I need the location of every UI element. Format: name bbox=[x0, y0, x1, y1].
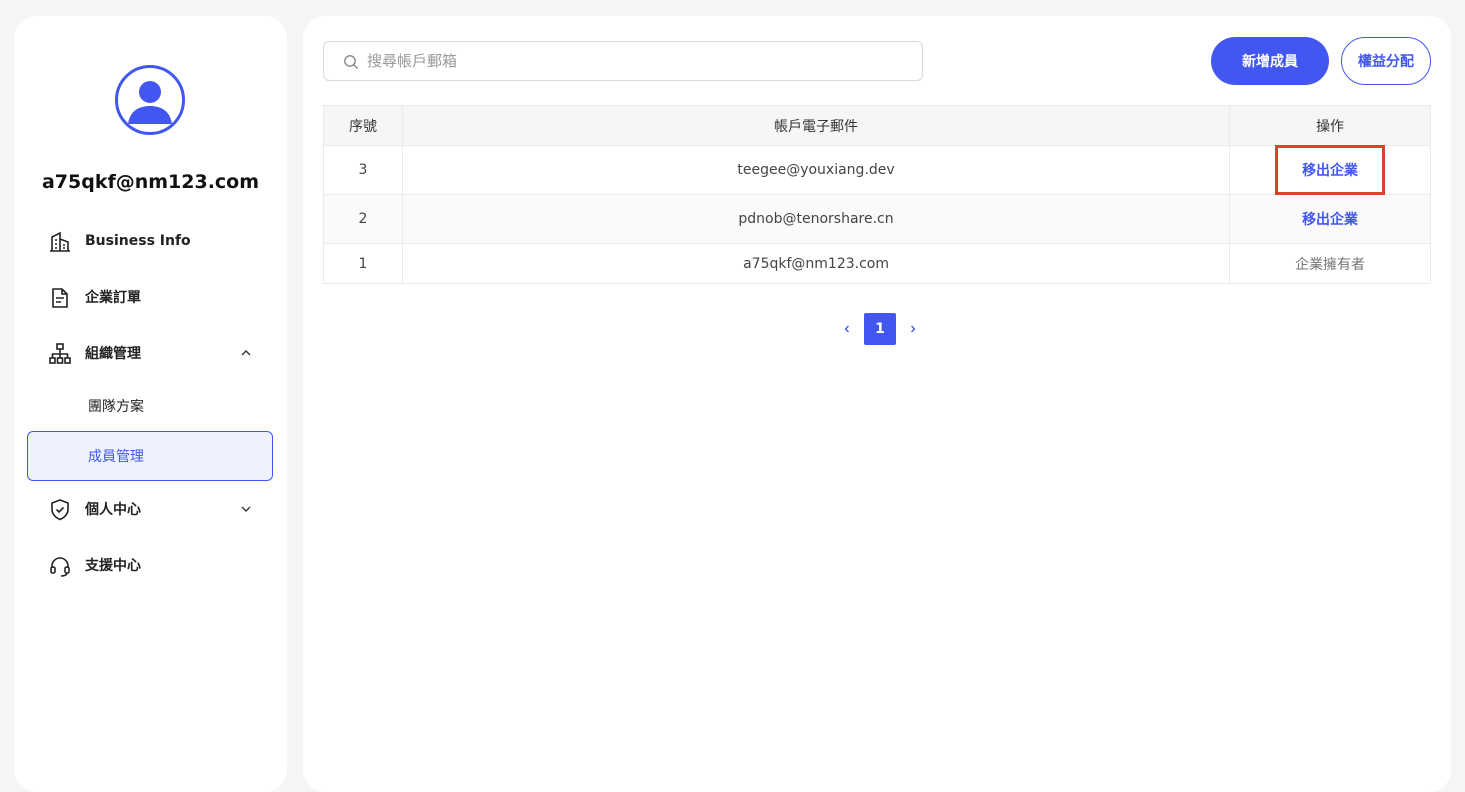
chevron-left-icon bbox=[844, 325, 849, 333]
shield-icon bbox=[51, 499, 69, 521]
nav-item-org-management[interactable]: 組織管理 bbox=[14, 333, 287, 373]
next-page-button[interactable] bbox=[899, 313, 927, 345]
cell-index: 1 bbox=[323, 243, 403, 284]
table-row: 1 a75qkf@nm123.com 企業擁有者 bbox=[323, 243, 1431, 284]
cell-index: 2 bbox=[323, 194, 403, 244]
cell-email: a75qkf@nm123.com bbox=[401, 243, 1231, 284]
members-table: 序號 帳戶電子郵件 操作 3 teegee@youxiang.dev 移出企業 … bbox=[323, 105, 1431, 284]
nav-item-enterprise-orders[interactable]: 企業訂單 bbox=[14, 277, 287, 317]
sub-item-member-management[interactable]: 成員管理 bbox=[27, 431, 273, 481]
nav-item-personal-center[interactable]: 個人中心 bbox=[14, 489, 287, 529]
user-icon bbox=[128, 81, 172, 124]
avatar[interactable] bbox=[115, 65, 185, 135]
headset-icon bbox=[50, 557, 70, 577]
nav-label: 支援中心 bbox=[85, 558, 141, 574]
add-member-button[interactable]: 新增成員 bbox=[1211, 37, 1329, 85]
header-index: 序號 bbox=[323, 105, 403, 146]
search-icon bbox=[344, 55, 358, 69]
owner-label: 企業擁有者 bbox=[1295, 256, 1366, 273]
building-icon bbox=[50, 231, 70, 252]
chevron-down-icon[interactable] bbox=[239, 502, 253, 516]
pagination: 1 bbox=[833, 313, 927, 345]
chevron-right-icon bbox=[911, 325, 916, 333]
chevron-up-icon[interactable] bbox=[239, 346, 253, 360]
sidebar: a75qkf@nm123.com Business Info 企業訂單 組織管理… bbox=[14, 16, 287, 792]
table-header-row: 序號 帳戶電子郵件 操作 bbox=[323, 105, 1431, 146]
table-row: 3 teegee@youxiang.dev 移出企業 bbox=[323, 145, 1431, 195]
table-row: 2 pdnob@tenorshare.cn 移出企業 bbox=[323, 194, 1431, 244]
remove-from-enterprise-link[interactable]: 移出企業 bbox=[1275, 145, 1386, 195]
page-number-button[interactable]: 1 bbox=[864, 313, 896, 345]
main-panel: 新增成員 權益分配 序號 帳戶電子郵件 操作 3 teegee@youxiang… bbox=[303, 16, 1451, 792]
nav-item-business-info[interactable]: Business Info bbox=[14, 221, 287, 261]
assign-rights-button[interactable]: 權益分配 bbox=[1341, 37, 1431, 85]
cell-action: 移出企業 bbox=[1229, 194, 1431, 244]
nav-label: Business Info bbox=[85, 233, 191, 249]
header-email: 帳戶電子郵件 bbox=[401, 105, 1231, 146]
cell-action: 移出企業 bbox=[1229, 145, 1431, 195]
nav-label: 企業訂單 bbox=[85, 290, 141, 306]
cell-email: pdnob@tenorshare.cn bbox=[401, 194, 1231, 244]
account-email: a75qkf@nm123.com bbox=[41, 171, 260, 193]
sub-item-team-plan[interactable]: 團隊方案 bbox=[27, 381, 273, 431]
org-chart-icon bbox=[49, 343, 71, 364]
remove-from-enterprise-link[interactable]: 移出企業 bbox=[1302, 212, 1358, 228]
nav-label: 組織管理 bbox=[85, 346, 141, 362]
cell-email: teegee@youxiang.dev bbox=[401, 145, 1231, 195]
nav-label: 個人中心 bbox=[85, 502, 141, 518]
header-action: 操作 bbox=[1229, 105, 1431, 146]
prev-page-button[interactable] bbox=[833, 313, 861, 345]
search-box[interactable] bbox=[323, 41, 923, 81]
nav-item-support-center[interactable]: 支援中心 bbox=[14, 545, 287, 585]
cell-index: 3 bbox=[323, 145, 403, 195]
cell-action: 企業擁有者 bbox=[1229, 243, 1431, 284]
document-icon bbox=[52, 288, 68, 308]
search-input[interactable] bbox=[367, 42, 907, 80]
